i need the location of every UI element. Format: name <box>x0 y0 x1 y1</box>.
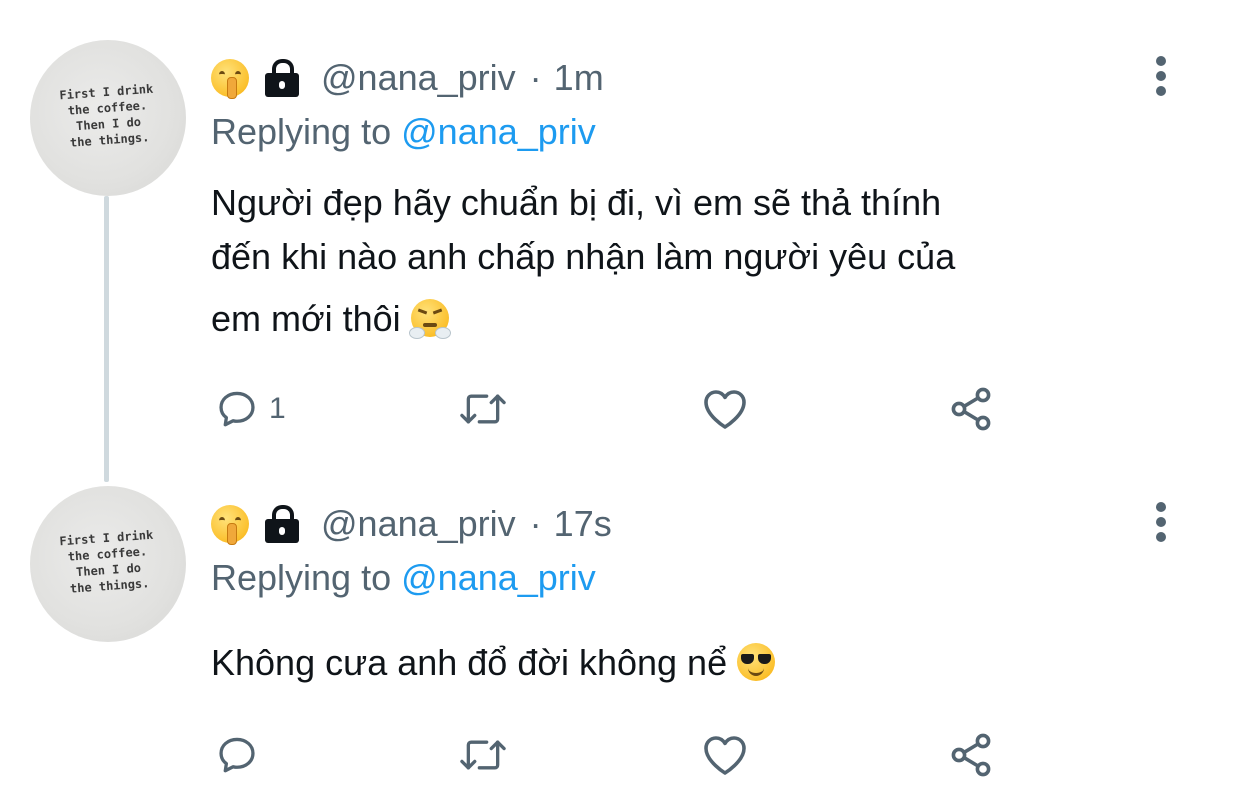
share-button[interactable] <box>947 730 995 780</box>
tweet-text-line: Không cưa anh đổ đời không nể <box>211 642 728 683</box>
tweet-actions: 1 <box>211 384 1011 434</box>
replying-handle-link[interactable]: @nana_priv <box>401 111 596 152</box>
tweet-time[interactable]: 17s <box>554 503 612 545</box>
header-separator: · <box>529 503 542 544</box>
reply-count: 1 <box>269 392 286 425</box>
heart-icon <box>704 390 746 429</box>
tweet-text-line: em mới thôi <box>211 298 401 339</box>
lock-icon <box>263 59 301 97</box>
replying-label: Replying to <box>211 557 392 598</box>
avatar[interactable]: First I drink the coffee. Then I do the … <box>30 486 186 642</box>
tweet-actions <box>211 730 1011 780</box>
avatar-text: First I drink the coffee. Then I do the … <box>58 527 154 596</box>
tweet-text-line: Người đẹp hãy chuẩn bị đi, vì em sẽ thả … <box>211 182 942 223</box>
replying-label: Replying to <box>211 111 392 152</box>
reply-button[interactable] <box>215 730 269 780</box>
more-vertical-icon <box>1156 56 1166 66</box>
retweet-button[interactable] <box>455 384 511 434</box>
share-icon <box>951 733 991 777</box>
retweet-icon <box>460 740 506 770</box>
retweet-button[interactable] <box>455 730 511 780</box>
more-options-button[interactable] <box>1148 54 1174 98</box>
heart-icon <box>704 736 746 775</box>
reply-icon <box>219 737 255 773</box>
shushing-face-icon <box>211 59 249 99</box>
replying-handle-link[interactable]: @nana_priv <box>401 557 596 598</box>
like-button[interactable] <box>701 730 749 780</box>
like-button[interactable] <box>701 384 749 434</box>
face-with-steam-from-nose-icon <box>408 299 451 339</box>
lock-icon <box>263 505 301 543</box>
tweet-header: @nana_priv · 17s <box>211 502 612 546</box>
header-separator: · <box>529 57 542 98</box>
more-options-button[interactable] <box>1148 500 1174 544</box>
thread-connector-line <box>104 196 109 482</box>
retweet-icon <box>460 394 506 424</box>
share-icon <box>951 387 991 431</box>
more-vertical-icon <box>1156 502 1166 512</box>
replying-to: Replying to @nana_priv <box>211 110 596 154</box>
tweet-header: @nana_priv · 1m <box>211 56 604 100</box>
tweet-text-line: đến khi nào anh chấp nhận làm người yêu … <box>211 236 956 277</box>
reply-button[interactable]: 1 <box>215 384 286 434</box>
tweet-text: Không cưa anh đổ đời không nể <box>211 636 1211 690</box>
replying-to: Replying to @nana_priv <box>211 556 596 600</box>
shushing-face-icon <box>211 505 249 545</box>
share-button[interactable] <box>947 384 995 434</box>
user-handle[interactable]: @nana_priv <box>321 503 516 545</box>
user-handle[interactable]: @nana_priv <box>321 57 516 99</box>
reply-icon <box>219 391 255 427</box>
avatar[interactable]: First I drink the coffee. Then I do the … <box>30 40 186 196</box>
smiling-face-with-sunglasses-icon <box>737 643 776 681</box>
avatar-text: First I drink the coffee. Then I do the … <box>58 81 154 150</box>
tweet-text: Người đẹp hãy chuẩn bị đi, vì em sẽ thả … <box>211 176 1211 346</box>
tweet-time[interactable]: 1m <box>554 57 604 99</box>
